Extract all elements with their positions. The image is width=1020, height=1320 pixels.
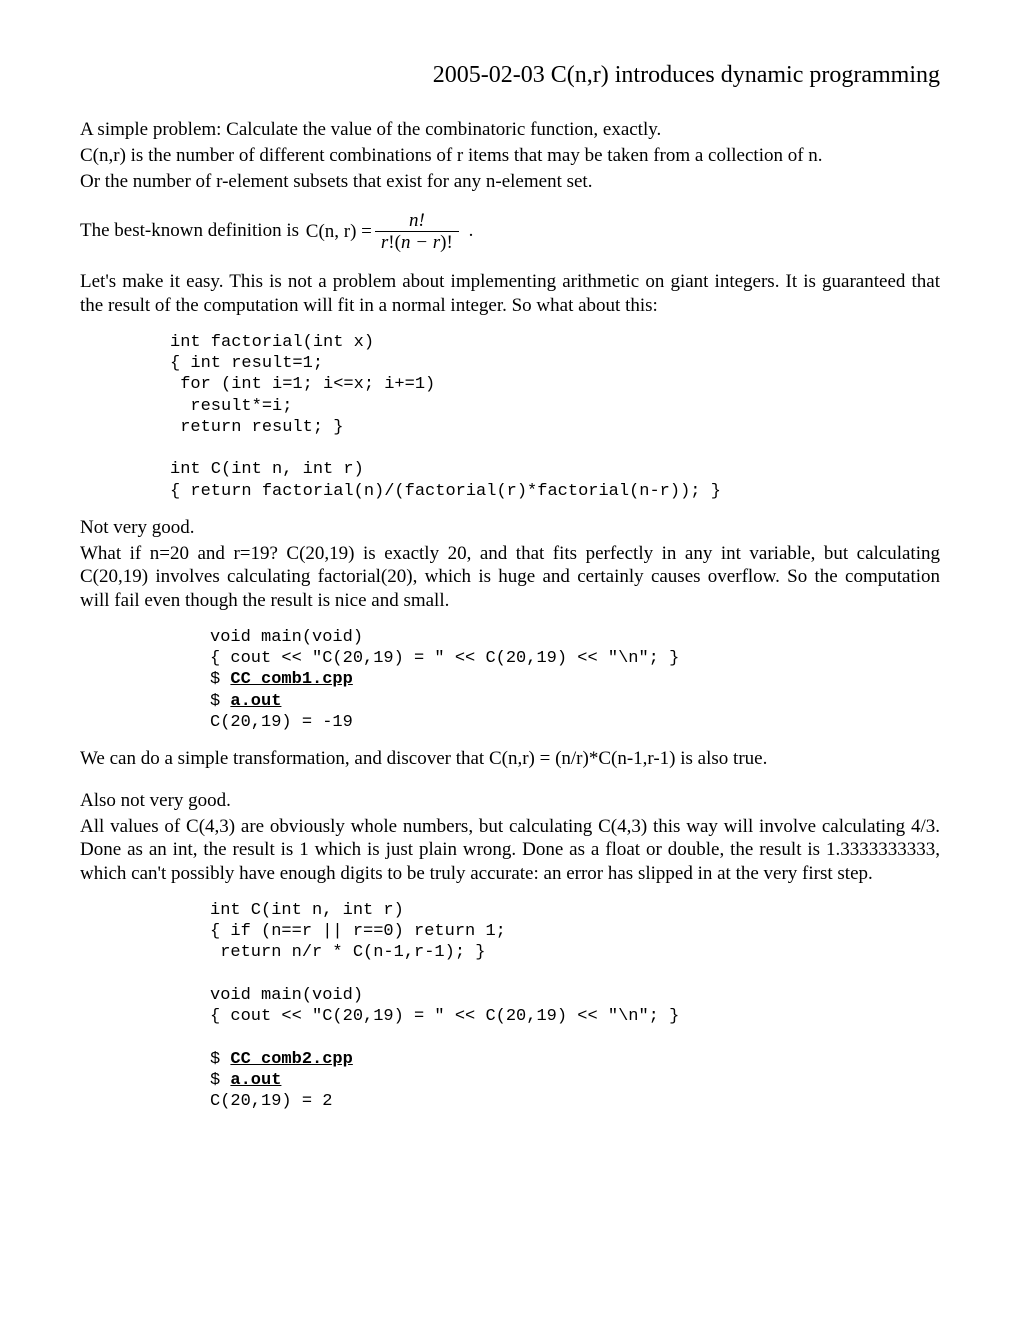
definition-line: The best-known definition is C(n, r) = n…: [80, 211, 940, 252]
code-block-2: void main(void) { cout << "C(20,19) = " …: [210, 627, 940, 733]
code-block-3: int C(int n, int r) { if (n==r || r==0) …: [210, 900, 940, 1113]
formula-cnr: C(n, r) = n! r!(n − r)!: [306, 211, 462, 252]
not-very-good-2: Also not very good.: [80, 789, 940, 813]
not-very-good-1: Not very good.: [80, 516, 940, 540]
paragraph-fraction: All values of C(4,3) are obviously whole…: [80, 815, 940, 886]
page-title: 2005-02-03 C(n,r) introduces dynamic pro…: [80, 60, 940, 90]
paragraph-overflow: What if n=20 and r=19? C(20,19) is exact…: [80, 542, 940, 613]
intro-line-2: C(n,r) is the number of different combin…: [80, 144, 940, 168]
definition-tail: .: [469, 220, 474, 241]
definition-lead: The best-known definition is: [80, 220, 304, 241]
code-block-1: int factorial(int x) { int result=1; for…: [170, 332, 940, 502]
paragraph-transform: We can do a simple transformation, and d…: [80, 747, 940, 771]
paragraph-easy: Let's make it easy. This is not a proble…: [80, 270, 940, 318]
intro-line-1: A simple problem: Calculate the value of…: [80, 118, 940, 142]
intro-line-3: Or the number of r-element subsets that …: [80, 170, 940, 194]
